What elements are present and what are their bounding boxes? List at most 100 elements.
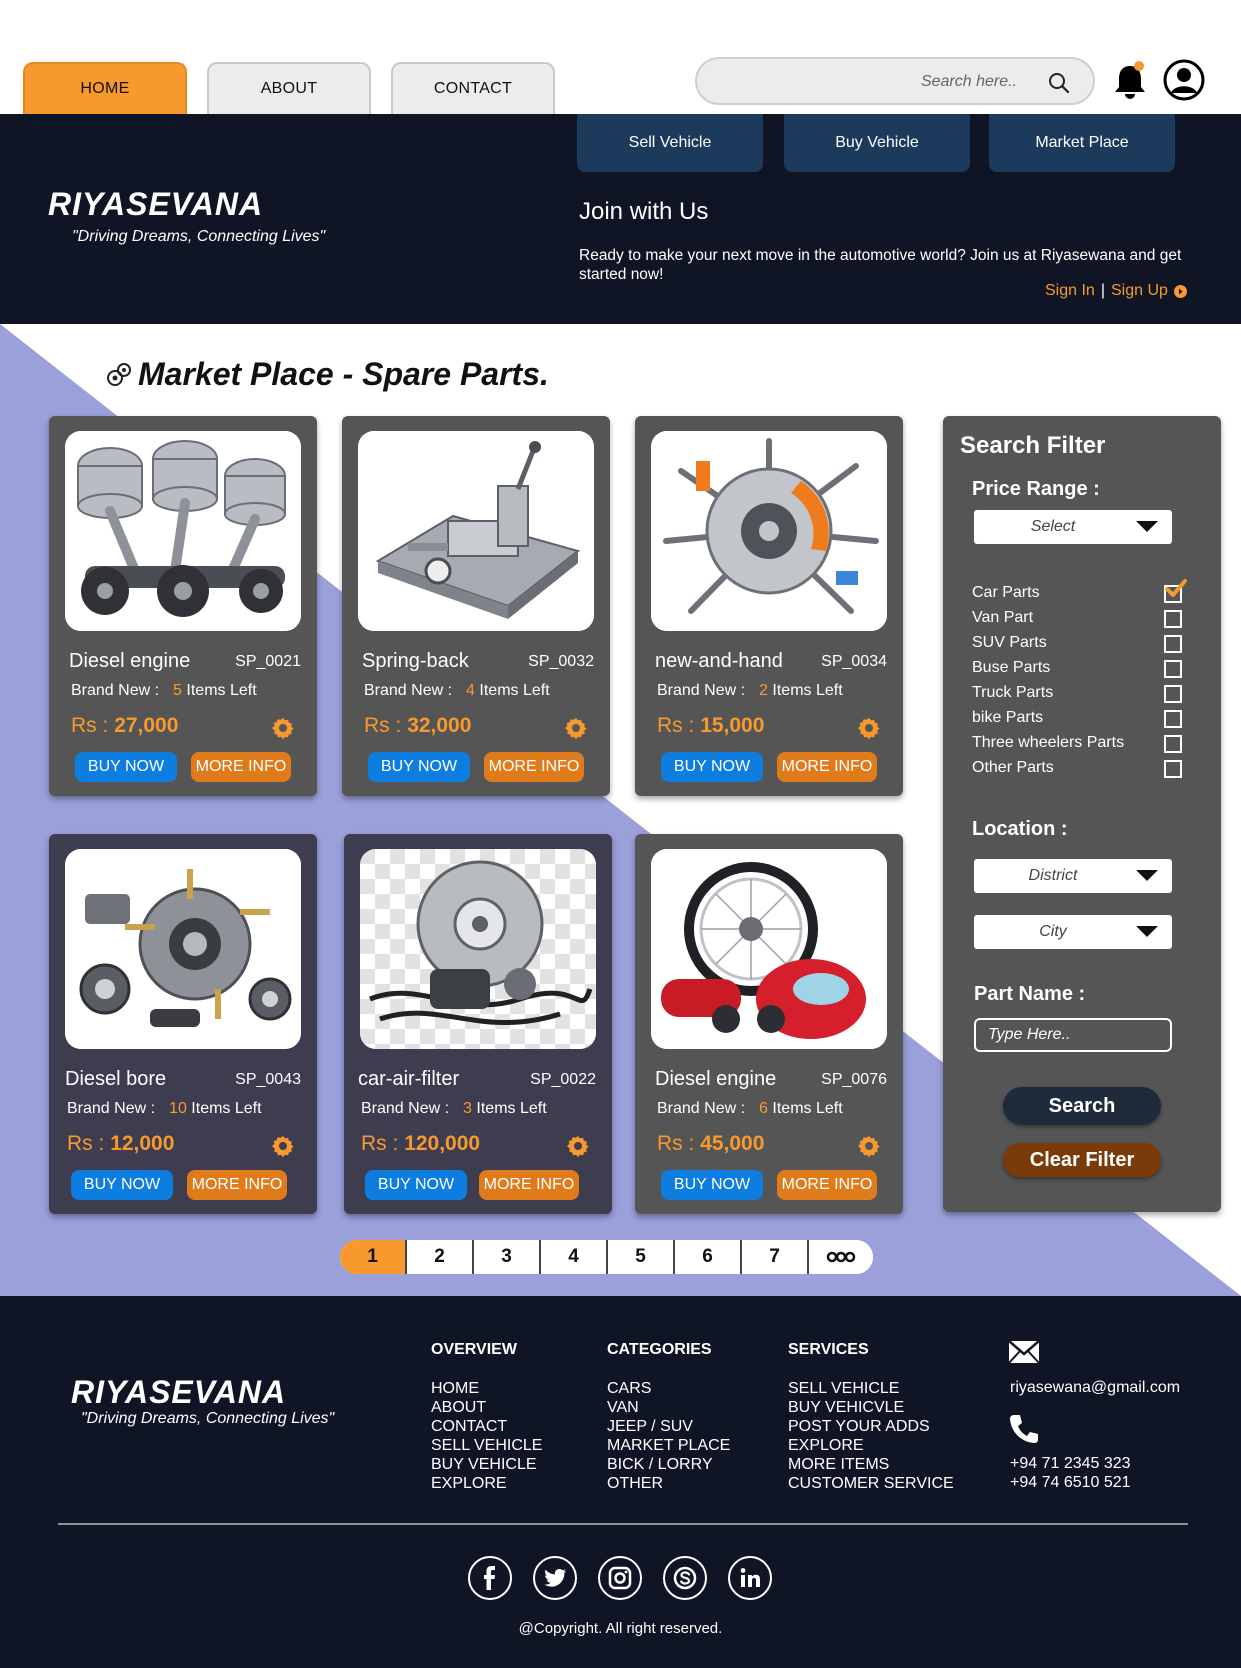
footer-link[interactable]: EXPLORE [788,1436,954,1455]
footer-link[interactable]: VAN [607,1398,730,1417]
tab-contact[interactable]: CONTACT [391,62,555,114]
page-5-button[interactable]: 5 [608,1240,675,1274]
subtab-buy-vehicle[interactable]: Buy Vehicle [784,114,970,172]
facebook-link[interactable] [468,1556,512,1600]
page-4-button[interactable]: 4 [541,1240,608,1274]
checkbox[interactable] [1164,660,1182,678]
footer-services-column: SERVICES SELL VEHICLE BUY VEHICVLE POST … [788,1340,954,1493]
brand-logo[interactable]: RIYASEVANA [48,186,263,223]
page-1-button[interactable]: 1 [340,1240,407,1274]
settings-cog-icon[interactable] [564,716,588,740]
product-image-engine[interactable] [65,431,301,631]
buy-now-button[interactable]: BUY NOW [368,752,470,782]
footer-link[interactable]: ABOUT [431,1398,542,1417]
footer-link[interactable]: BUY VEHICLE [431,1455,542,1474]
skype-icon [673,1566,697,1590]
footer-link[interactable]: BICK / LORRY [607,1455,730,1474]
footer-link[interactable]: SELL VEHICLE [788,1379,954,1398]
more-info-button[interactable]: MORE INFO [187,1170,287,1200]
settings-cog-icon[interactable] [271,1134,295,1158]
checkbox[interactable] [1164,735,1182,753]
footer-link[interactable]: MARKET PLACE [607,1436,730,1455]
linkedin-link[interactable] [728,1556,772,1600]
page-6-button[interactable]: 6 [675,1240,742,1274]
arrow-right-circle-icon[interactable] [1173,284,1187,298]
twitter-link[interactable] [533,1556,577,1600]
settings-cog-icon[interactable] [857,1134,881,1158]
checkbox[interactable] [1164,685,1182,703]
page-2-button[interactable]: 2 [407,1240,474,1274]
district-select[interactable]: District [974,859,1172,893]
settings-cog-icon[interactable] [566,1134,590,1158]
category-truck-parts[interactable]: Truck Parts [972,684,1182,706]
checkbox[interactable] [1164,760,1182,778]
product-image-wheel-hub[interactable] [65,849,301,1049]
footer-link[interactable]: CUSTOMER SERVICE [788,1474,954,1493]
footer-link[interactable]: EXPLORE [431,1474,542,1493]
category-buse-parts[interactable]: Buse Parts [972,659,1182,681]
checkbox[interactable] [1164,635,1182,653]
footer-link[interactable]: OTHER [607,1474,730,1493]
buy-now-button[interactable]: BUY NOW [365,1170,467,1200]
category-three-wheelers-parts[interactable]: Three wheelers Parts [972,734,1182,756]
more-info-button[interactable]: MORE INFO [777,1170,877,1200]
checkbox[interactable] [1164,610,1182,628]
footer-email[interactable]: riyasewana@gmail.com [1010,1378,1180,1397]
footer-link[interactable]: SELL VEHICLE [431,1436,542,1455]
settings-cog-icon[interactable] [857,716,881,740]
checkbox[interactable] [1164,710,1182,728]
settings-cog-icon[interactable] [271,716,295,740]
product-image-motorbike-parts[interactable] [651,849,887,1049]
product-stock: Brand New :10 Items Left [67,1100,262,1117]
footer-categories-heading: CATEGORIES [607,1341,712,1358]
buy-now-button[interactable]: BUY NOW [75,752,177,782]
search-icon[interactable] [1047,71,1071,95]
search-input[interactable] [717,69,1017,95]
skype-link[interactable] [663,1556,707,1600]
more-info-button[interactable]: MORE INFO [479,1170,579,1200]
instagram-link[interactable] [598,1556,642,1600]
page-3-button[interactable]: 3 [474,1240,541,1274]
footer-link[interactable]: BUY VEHICVLE [788,1398,954,1417]
clear-filter-button[interactable]: Clear Filter [1003,1143,1161,1177]
footer-brand-logo[interactable]: RIYASEVANA [71,1374,286,1411]
subtab-market-place[interactable]: Market Place [989,114,1175,172]
buy-now-button[interactable]: BUY NOW [71,1170,173,1200]
footer-link[interactable]: POST YOUR ADDS [788,1417,954,1436]
search-button[interactable]: Search [1003,1087,1161,1125]
sign-up-link[interactable]: Sign Up [1111,282,1168,300]
more-info-button[interactable]: MORE INFO [191,752,291,782]
footer-link[interactable]: JEEP / SUV [607,1417,730,1436]
product-image-air-filter[interactable] [360,849,596,1049]
more-info-button[interactable]: MORE INFO [777,752,877,782]
price-range-select[interactable]: Select [974,510,1172,544]
category-bike-parts[interactable]: bike Parts [972,709,1182,731]
user-account-icon[interactable] [1162,58,1206,102]
buy-now-button[interactable]: BUY NOW [661,1170,763,1200]
notification-bell-icon[interactable] [1112,60,1148,100]
product-image-spring-back[interactable] [358,431,594,631]
product-name: Spring-back [362,650,469,672]
category-suv-parts[interactable]: SUV Parts [972,634,1182,656]
page-7-button[interactable]: 7 [742,1240,809,1274]
tab-about[interactable]: ABOUT [207,62,371,114]
tab-home[interactable]: HOME [23,62,187,114]
part-name-input[interactable] [974,1018,1172,1052]
footer-phone[interactable]: +94 74 6510 521 [1010,1473,1131,1492]
footer-link[interactable]: CONTACT [431,1417,542,1436]
city-select[interactable]: City [974,915,1172,949]
category-car-parts[interactable]: Car Parts [972,579,1187,606]
subtab-sell-vehicle[interactable]: Sell Vehicle [577,114,763,172]
more-info-button[interactable]: MORE INFO [484,752,584,782]
footer-phone[interactable]: +94 71 2345 323 [1010,1454,1131,1473]
footer-link[interactable]: HOME [431,1379,542,1398]
category-other-parts[interactable]: Other Parts [972,759,1182,781]
footer-link[interactable]: CARS [607,1379,730,1398]
more-pages-button[interactable] [809,1240,873,1274]
footer-link[interactable]: MORE ITEMS [788,1455,954,1474]
sign-in-link[interactable]: Sign In [1045,282,1095,300]
category-van-part[interactable]: Van Part [972,609,1182,631]
product-image-brake-disc[interactable] [651,431,887,631]
buy-now-button[interactable]: BUY NOW [661,752,763,782]
footer-overview-column: OVERVIEW HOME ABOUT CONTACT SELL VEHICLE… [431,1340,542,1493]
